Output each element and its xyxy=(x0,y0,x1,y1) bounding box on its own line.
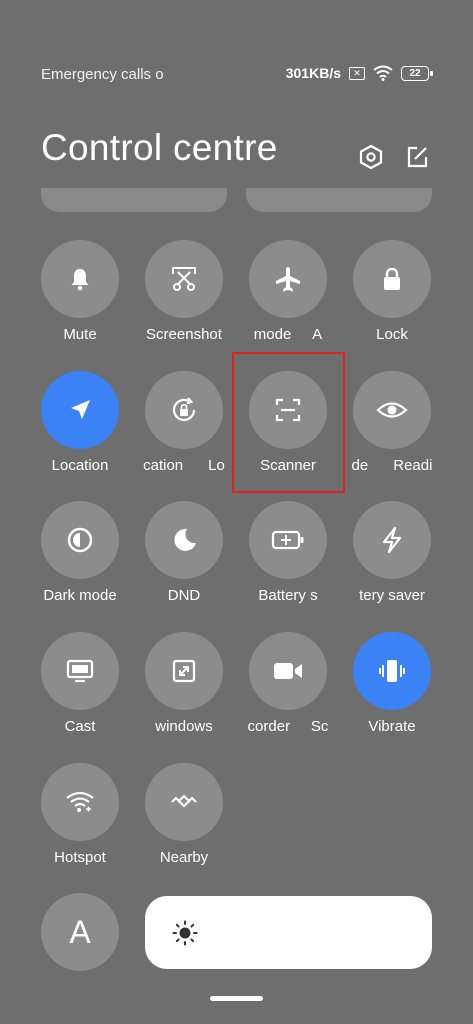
tile-label: Mute xyxy=(63,326,97,343)
status-bar: Emergency calls o 301KB/s ✕ 22 xyxy=(0,62,473,88)
tile-nearby[interactable]: Nearby xyxy=(134,763,234,866)
tile-lock[interactable]: Lock xyxy=(342,240,442,343)
tile-reading-mode[interactable]: de Readi xyxy=(342,371,442,474)
tile-label: mode A xyxy=(236,326,340,343)
tile-reading-mode-button[interactable] xyxy=(353,371,431,449)
bell-icon xyxy=(71,269,89,291)
eye-icon xyxy=(376,402,408,418)
tile-screenshot[interactable]: Screenshot xyxy=(134,240,234,343)
tile-battery-saver-button[interactable] xyxy=(249,501,327,579)
tile-label: tery saver xyxy=(359,587,425,604)
status-text: Emergency calls o xyxy=(41,66,164,83)
rotation-lock-icon xyxy=(172,397,196,422)
font-size-button[interactable]: A xyxy=(41,893,119,971)
tile-cast[interactable]: Cast xyxy=(30,632,130,735)
tile-mute[interactable]: Mute xyxy=(30,240,130,343)
tile-hotspot-button[interactable] xyxy=(41,763,119,841)
tile-label: Nearby xyxy=(159,849,209,866)
airplane-icon xyxy=(276,267,300,292)
floating-window-icon xyxy=(172,659,196,683)
tile-mute-button[interactable] xyxy=(41,240,119,318)
tile-vibrate-button[interactable] xyxy=(353,632,431,710)
tile-label-overflow: Readi xyxy=(393,457,433,474)
tile-screen-recorder[interactable]: corder Sc xyxy=(238,632,338,735)
tile-floating-windows-button[interactable] xyxy=(145,632,223,710)
tile-dark-mode-button[interactable] xyxy=(41,501,119,579)
tile-cast-button[interactable] xyxy=(41,632,119,710)
moon-icon xyxy=(174,528,196,551)
tile-ultra-battery-saver[interactable]: tery saver xyxy=(342,501,442,604)
location-arrow-icon xyxy=(71,400,90,419)
tile-label: Screenshot xyxy=(146,326,222,343)
media-card-left[interactable] xyxy=(41,188,227,212)
tile-dnd-button[interactable] xyxy=(145,501,223,579)
tile-hotspot[interactable]: Hotspot xyxy=(30,763,130,866)
screenshot-scissor-icon xyxy=(172,267,196,291)
tile-label: DND xyxy=(167,587,201,604)
tile-label: Battery s xyxy=(258,587,318,604)
vibrate-icon xyxy=(379,660,405,682)
dark-mode-icon xyxy=(67,527,93,553)
tile-rotation-button[interactable] xyxy=(145,371,223,449)
home-indicator[interactable] xyxy=(210,996,263,1001)
cast-monitor-icon xyxy=(66,659,94,683)
media-card-right[interactable] xyxy=(246,188,432,212)
page-title: Control centre xyxy=(41,127,278,168)
tile-lock-button[interactable] xyxy=(353,240,431,318)
status-icons: 301KB/s ✕ 22 xyxy=(285,65,433,81)
settings-hex-icon[interactable] xyxy=(357,143,385,171)
tile-ultra-battery-saver-button[interactable] xyxy=(353,501,431,579)
hotspot-icon xyxy=(66,791,94,812)
scanner-highlight-box xyxy=(232,352,345,493)
tile-label: corder Sc xyxy=(236,718,340,735)
tile-battery-saver[interactable]: Battery s xyxy=(238,501,338,604)
tile-label: Lock xyxy=(376,326,408,343)
tile-label-overflow: Lo xyxy=(208,457,225,474)
tile-airplane-button[interactable] xyxy=(249,240,327,318)
tile-label-overflow: A xyxy=(312,326,323,343)
tile-vibrate[interactable]: Vibrate xyxy=(342,632,442,735)
tile-label-text: de xyxy=(351,457,369,474)
tile-label: windows xyxy=(155,718,213,735)
sim-x-icon: ✕ xyxy=(349,66,365,80)
nearby-share-icon xyxy=(171,794,197,808)
tile-nearby-button[interactable] xyxy=(145,763,223,841)
tile-label-text: mode xyxy=(253,326,292,343)
tile-label: Location xyxy=(51,457,109,474)
tile-label: Cast xyxy=(64,718,96,735)
tile-label: de Readi xyxy=(340,457,444,474)
tile-airplane[interactable]: mode A xyxy=(238,240,338,343)
tile-location[interactable]: Location xyxy=(30,371,130,474)
tile-dark-mode[interactable]: Dark mode xyxy=(30,501,130,604)
tile-label: Hotspot xyxy=(54,849,106,866)
network-speed: 301KB/s xyxy=(285,65,341,81)
tile-dnd[interactable]: DND xyxy=(134,501,234,604)
video-recorder-icon xyxy=(274,663,302,679)
wifi-icon xyxy=(373,65,393,81)
tile-location-button[interactable] xyxy=(41,371,119,449)
tile-label-overflow: Sc xyxy=(310,718,329,735)
tile-label-text: corder xyxy=(247,718,291,735)
tile-screen-recorder-button[interactable] xyxy=(249,632,327,710)
tile-screenshot-button[interactable] xyxy=(145,240,223,318)
lock-icon xyxy=(384,267,400,290)
tile-label: Dark mode xyxy=(43,587,117,604)
bolt-icon xyxy=(382,526,402,554)
tile-label: cation Lo xyxy=(132,457,236,474)
tile-floating-windows[interactable]: windows xyxy=(134,632,234,735)
battery-saver-icon xyxy=(271,530,304,550)
tile-label-text: cation xyxy=(143,457,184,474)
brightness-slider[interactable] xyxy=(145,896,432,969)
edit-icon[interactable] xyxy=(403,143,431,171)
tile-rotation[interactable]: cation Lo xyxy=(134,371,234,474)
sun-icon xyxy=(172,920,198,946)
tile-label: Vibrate xyxy=(368,718,416,735)
battery-icon: 22 xyxy=(401,65,433,81)
